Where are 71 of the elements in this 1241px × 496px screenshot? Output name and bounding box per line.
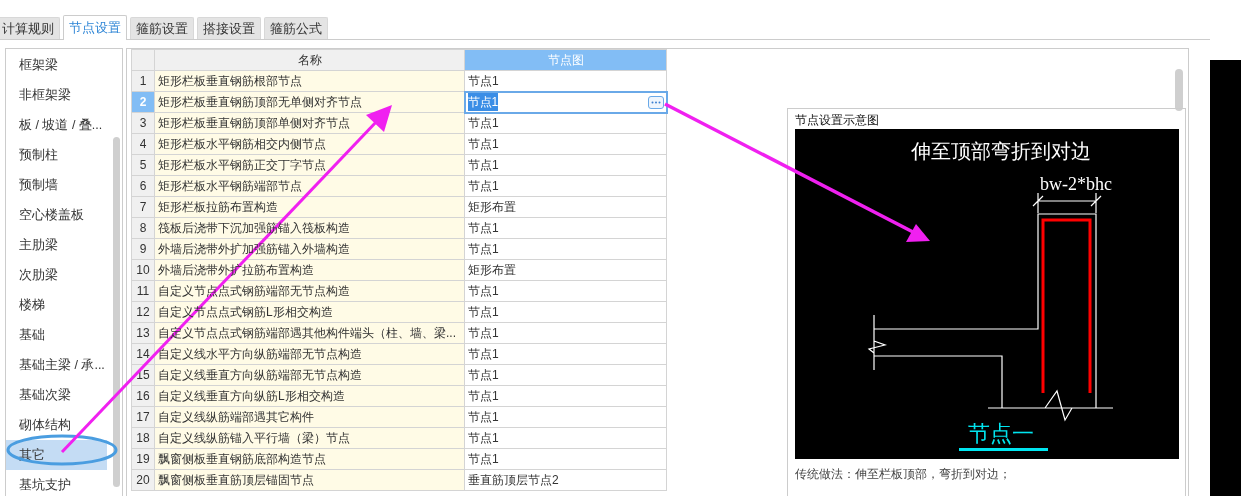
table-cell: 节点1 bbox=[464, 301, 667, 323]
table-cell: 节点1 bbox=[464, 385, 667, 407]
table-cell: 自定义线垂直方向纵筋端部无节点构造 bbox=[154, 364, 465, 386]
row-number[interactable]: 8 bbox=[131, 217, 155, 239]
row-number[interactable]: 10 bbox=[131, 259, 155, 281]
table-cell: 自定义线垂直方向纵筋L形相交构造 bbox=[154, 385, 465, 407]
dimension-label: bw-2*bhc bbox=[1040, 174, 1112, 194]
row-number[interactable]: 18 bbox=[131, 427, 155, 449]
table-cell: 节点1 bbox=[464, 70, 667, 92]
category-item[interactable]: 预制柱 bbox=[6, 140, 107, 170]
category-item[interactable]: 主肋梁 bbox=[6, 230, 107, 260]
row-number[interactable]: 16 bbox=[131, 385, 155, 407]
category-item[interactable]: 基础次梁 bbox=[6, 380, 107, 410]
table-cell: 节点1 bbox=[464, 427, 667, 449]
tab[interactable]: 箍筋设置 bbox=[130, 17, 194, 39]
diagram-caption: 节点一 bbox=[968, 421, 1034, 446]
category-item[interactable]: 预制墙 bbox=[6, 170, 107, 200]
table-cell: 自定义线纵筋端部遇其它构件 bbox=[154, 406, 465, 428]
category-item[interactable]: 空心楼盖板 bbox=[6, 200, 107, 230]
table-cell: 节点1 bbox=[464, 364, 667, 386]
category-item[interactable]: 基础 bbox=[6, 320, 107, 350]
category-item[interactable]: 楼梯 bbox=[6, 290, 107, 320]
table-cell: 飘窗侧板垂直筋顶层锚固节点 bbox=[154, 469, 465, 491]
row-number[interactable]: 6 bbox=[131, 175, 155, 197]
row-number[interactable]: 3 bbox=[131, 112, 155, 134]
scrollbar-thumb[interactable] bbox=[1175, 69, 1183, 111]
row-number[interactable]: 11 bbox=[131, 280, 155, 302]
table-cell: 矩形栏板垂直钢筋根部节点 bbox=[154, 70, 465, 92]
table-cell: 节点1 bbox=[464, 343, 667, 365]
diagram-heading: 伸至顶部弯折到对边 bbox=[911, 140, 1091, 162]
table-cell: 节点1 bbox=[464, 322, 667, 344]
scrollbar-thumb[interactable] bbox=[113, 137, 120, 487]
tab[interactable]: 计算规则 bbox=[0, 17, 60, 39]
row-number[interactable]: 7 bbox=[131, 196, 155, 218]
table-cell: 节点1 bbox=[464, 175, 667, 197]
table-cell: 飘窗侧板垂直钢筋底部构造节点 bbox=[154, 448, 465, 470]
table-cell: 节点1 bbox=[464, 154, 667, 176]
category-item[interactable]: 框架梁 bbox=[6, 50, 107, 80]
category-item[interactable]: 板 / 坡道 / 叠... bbox=[6, 110, 107, 140]
row-number[interactable]: 17 bbox=[131, 406, 155, 428]
column-header[interactable]: 名称 bbox=[154, 49, 465, 71]
row-number[interactable]: 12 bbox=[131, 301, 155, 323]
row-number[interactable]: 13 bbox=[131, 322, 155, 344]
dimension-line bbox=[1032, 192, 1102, 214]
row-number[interactable]: 19 bbox=[131, 448, 155, 470]
table-cell: 节点1 bbox=[464, 133, 667, 155]
tab[interactable]: 节点设置 bbox=[63, 15, 127, 40]
table-cell: 垂直筋顶层节点2 bbox=[464, 469, 667, 491]
tab[interactable]: 箍筋公式 bbox=[264, 17, 328, 39]
category-item[interactable]: 次肋梁 bbox=[6, 260, 107, 290]
category-item[interactable]: 基础主梁 / 承... bbox=[6, 350, 107, 380]
category-item[interactable]: 砌体结构 bbox=[6, 410, 107, 440]
description-text: 传统做法：伸至栏板顶部，弯折到对边； bbox=[795, 466, 1012, 483]
preview-title: 节点设置示意图 bbox=[795, 113, 880, 127]
table-cell: 矩形布置 bbox=[464, 196, 667, 218]
table-cell: 节点1 bbox=[464, 112, 667, 134]
table-cell: 节点1 bbox=[464, 217, 667, 239]
row-number[interactable]: 4 bbox=[131, 133, 155, 155]
table-cell: 节点1 bbox=[464, 280, 667, 302]
table-cell: 节点1 bbox=[464, 448, 667, 470]
table-cell: 节点1 bbox=[464, 406, 667, 428]
row-number[interactable]: 20 bbox=[131, 469, 155, 491]
row-number[interactable]: 9 bbox=[131, 238, 155, 260]
category-item[interactable]: 基坑支护 bbox=[6, 470, 107, 496]
table-cell: 节点1 bbox=[464, 238, 667, 260]
row-number[interactable]: 1 bbox=[131, 70, 155, 92]
table-cell: 矩形布置 bbox=[464, 259, 667, 281]
category-item[interactable]: 非框架梁 bbox=[6, 80, 107, 110]
tab[interactable]: 搭接设置 bbox=[197, 17, 261, 39]
row-number[interactable]: 5 bbox=[131, 154, 155, 176]
table-cell: 自定义线纵筋锚入平行墙（梁）节点 bbox=[154, 427, 465, 449]
